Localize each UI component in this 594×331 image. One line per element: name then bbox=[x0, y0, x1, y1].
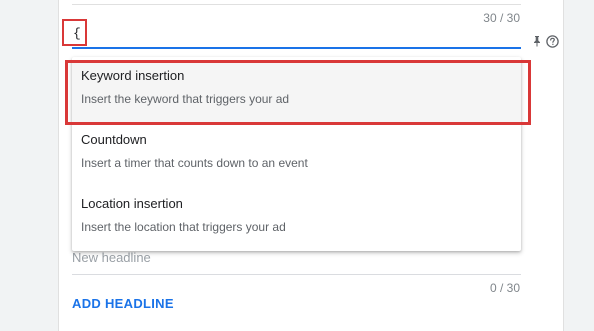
menu-item-title: Location insertion bbox=[81, 196, 183, 211]
menu-item-title: Countdown bbox=[81, 132, 147, 147]
headline-char-counter: 30 / 30 bbox=[483, 11, 520, 25]
pin-icon[interactable] bbox=[531, 35, 543, 47]
help-circle-icon[interactable] bbox=[546, 35, 559, 48]
menu-item-keyword-insertion[interactable]: Keyword insertion Insert the keyword tha… bbox=[72, 63, 521, 123]
menu-item-description: Insert a timer that counts down to an ev… bbox=[81, 156, 308, 170]
new-headline-underline bbox=[72, 274, 521, 275]
menu-item-location-insertion[interactable]: Location insertion Insert the location t… bbox=[72, 191, 521, 251]
headline-input-value[interactable]: { bbox=[73, 26, 81, 41]
menu-item-description: Insert the keyword that triggers your ad bbox=[81, 92, 290, 106]
add-headline-button[interactable]: ADD HEADLINE bbox=[72, 296, 174, 311]
insertion-dropdown-menu: Keyword insertion Insert the keyword tha… bbox=[72, 57, 521, 251]
menu-item-title: Keyword insertion bbox=[81, 68, 185, 83]
new-headline-char-counter: 0 / 30 bbox=[489, 281, 520, 295]
headline-input-underline bbox=[72, 47, 521, 49]
menu-item-description: Insert the location that triggers your a… bbox=[81, 220, 286, 234]
menu-item-countdown[interactable]: Countdown Insert a timer that counts dow… bbox=[72, 127, 521, 187]
new-headline-input[interactable]: New headline bbox=[72, 250, 151, 265]
top-divider bbox=[72, 4, 521, 5]
